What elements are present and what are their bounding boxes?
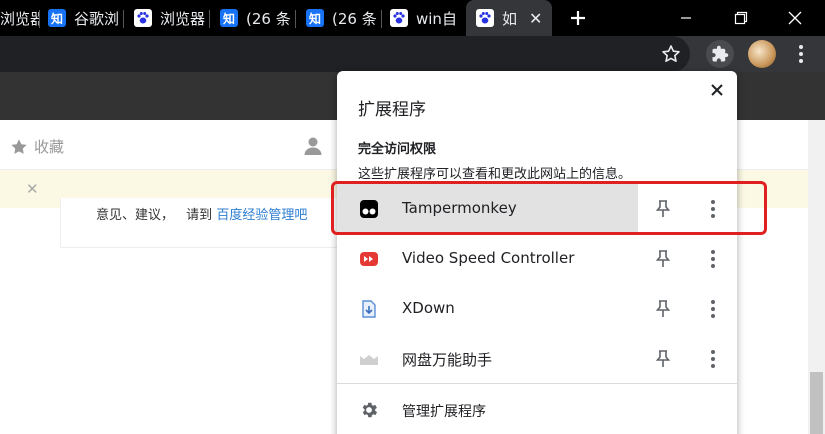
star-icon xyxy=(662,45,680,62)
favorite-label: 收藏 xyxy=(34,138,65,156)
restore-button[interactable] xyxy=(726,0,756,36)
notice-close-icon[interactable]: ✕ xyxy=(26,180,39,198)
manage-extensions-label: 管理扩展程序 xyxy=(402,404,486,420)
minimize-icon xyxy=(681,17,691,19)
paw-icon xyxy=(134,9,152,27)
tab-6-active[interactable]: 如 ✕ xyxy=(466,0,552,36)
gear-icon xyxy=(359,400,379,420)
tab-title: (26 条 xyxy=(246,9,291,28)
plus-icon xyxy=(571,11,585,25)
tab-title: 如 xyxy=(502,9,518,28)
manage-extensions-button[interactable]: 管理扩展程序 xyxy=(337,390,737,434)
zhihu-icon: 知 xyxy=(306,9,324,27)
tab-title: 浏览器 xyxy=(0,9,40,28)
user-icon[interactable] xyxy=(303,136,323,156)
extensions-button[interactable] xyxy=(706,40,734,68)
pin-icon[interactable] xyxy=(655,299,671,319)
puzzle-icon xyxy=(712,45,729,62)
more-options-button[interactable] xyxy=(705,299,721,319)
extension-row-video-speed-controller[interactable]: Video Speed Controller xyxy=(337,234,737,284)
highlight-annotation xyxy=(331,181,767,235)
popup-divider xyxy=(337,383,737,384)
cloud-drive-helper-icon xyxy=(359,349,379,369)
feedback-mid: 请到 xyxy=(186,208,213,223)
tab-4[interactable]: 知 (26 条 xyxy=(306,0,382,36)
extension-row-cloud-drive-helper[interactable]: 网盘万能助手 xyxy=(337,334,737,384)
star-icon xyxy=(11,138,27,154)
tab-title: (26 条 xyxy=(332,9,377,28)
paw-icon xyxy=(476,9,494,27)
profile-avatar[interactable] xyxy=(748,40,776,68)
favorite-link[interactable]: 收藏 xyxy=(10,136,64,157)
extension-name: XDown xyxy=(402,299,455,317)
extension-name: 网盘万能助手 xyxy=(402,351,493,369)
minimize-button[interactable] xyxy=(671,0,701,36)
tab-0[interactable]: 浏览器 xyxy=(0,0,40,36)
popup-title: 扩展程序 xyxy=(358,100,426,120)
feedback-prefix: 意见、建议， xyxy=(96,208,175,223)
pin-icon[interactable] xyxy=(655,249,671,269)
paw-icon xyxy=(390,9,408,27)
video-speed-controller-icon xyxy=(359,249,379,269)
zhihu-icon: 知 xyxy=(220,9,238,27)
close-icon xyxy=(788,11,802,25)
xdown-icon xyxy=(359,299,379,319)
restore-icon xyxy=(734,11,748,25)
scrollbar-thumb[interactable] xyxy=(810,372,823,434)
close-window-button[interactable] xyxy=(780,0,810,36)
tab-title: win自 xyxy=(416,9,457,28)
browser-toolbar xyxy=(0,36,825,72)
tab-3[interactable]: 知 (26 条 xyxy=(220,0,296,36)
zhihu-icon: 知 xyxy=(48,9,66,27)
pin-icon[interactable] xyxy=(655,349,671,369)
section-description: 这些扩展程序可以查看和更改此网站上的信息。 xyxy=(358,167,632,182)
bookmark-star-button[interactable] xyxy=(657,40,685,68)
tab-2[interactable]: 浏览器 xyxy=(134,0,210,36)
browser-menu-button[interactable] xyxy=(793,40,809,68)
new-tab-button[interactable] xyxy=(566,0,590,36)
extension-name: Video Speed Controller xyxy=(402,249,575,267)
extension-row-xdown[interactable]: XDown xyxy=(337,284,737,334)
section-title: 完全访问权限 xyxy=(358,142,437,157)
tab-1[interactable]: 知 谷歌浏 xyxy=(48,0,124,36)
address-bar[interactable] xyxy=(0,36,690,72)
tab-title: 浏览器 xyxy=(160,9,206,28)
more-options-button[interactable] xyxy=(705,249,721,269)
tab-title: 谷歌浏 xyxy=(74,9,120,28)
feedback-text: 意见、建议， 请到 百度经验管理吧 xyxy=(96,204,307,223)
feedback-link[interactable]: 百度经验管理吧 xyxy=(216,208,307,223)
close-icon xyxy=(711,84,723,96)
more-options-button[interactable] xyxy=(705,349,721,369)
tab-5[interactable]: win自 xyxy=(390,0,462,36)
close-tab-icon[interactable]: ✕ xyxy=(529,9,542,28)
popup-close-button[interactable] xyxy=(707,80,727,100)
